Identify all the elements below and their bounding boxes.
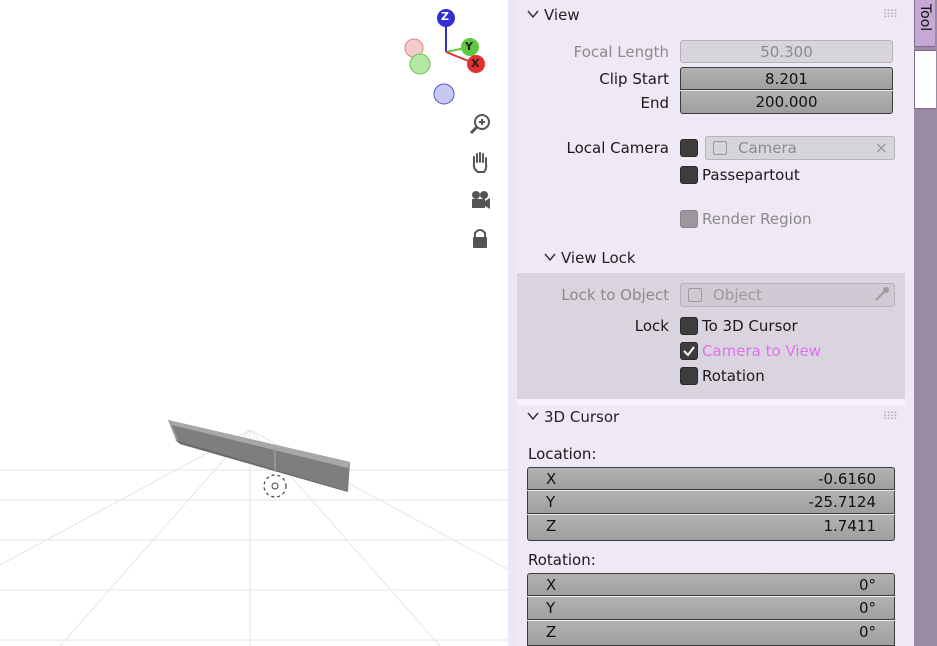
render-region-label[interactable]: Render Region (702, 210, 812, 228)
clip-start-field[interactable]: 8.201 (680, 67, 893, 90)
clip-end-label: End (640, 94, 669, 112)
panel-separator (517, 399, 905, 405)
location-y-field[interactable]: Y -25.7124 (527, 491, 895, 514)
rotation-y-field[interactable]: Y 0° (527, 597, 895, 620)
view-drag-grip-icon[interactable]: ⠿⠿ (883, 8, 898, 21)
passepartout-label[interactable]: Passepartout (702, 166, 800, 184)
axis-label: Z (546, 517, 557, 535)
sidebar-panel: View ⠿⠿ Focal Length 50.300 Clip Start 8… (517, 0, 905, 646)
local-camera-label: Local Camera (566, 139, 669, 157)
tab-view[interactable] (914, 50, 936, 109)
object-icon (688, 288, 702, 302)
rotation-z-field[interactable]: Z 0° (527, 621, 895, 646)
axis-label: X (546, 470, 557, 488)
cursor-rotation-label: Rotation: (528, 551, 596, 569)
lock-to-object-placeholder: Object (713, 286, 762, 304)
3d-viewport[interactable]: Z Y X (0, 0, 508, 646)
cursor-drag-grip-icon[interactable]: ⠿⠿ (883, 410, 898, 423)
lock-label: Lock (634, 317, 669, 335)
axis-label: X (546, 576, 557, 594)
zoom-icon[interactable] (468, 112, 492, 136)
focal-length-field[interactable]: 50.300 (680, 40, 893, 63)
checkmark-icon (683, 346, 695, 357)
clip-end-field[interactable]: 200.000 (680, 91, 893, 114)
local-camera-value: Camera (738, 139, 797, 157)
axis-value: 0° (858, 599, 876, 617)
gizmo-y-label: Y (465, 40, 473, 53)
camera-view-icon[interactable] (468, 188, 492, 212)
axis-value: 0° (858, 623, 876, 641)
sidebar-scroll-gutter[interactable] (905, 0, 914, 646)
region-divider[interactable] (508, 0, 517, 646)
eyedropper-icon[interactable] (874, 286, 890, 306)
view-panel-title[interactable]: View (544, 6, 580, 24)
axis-value: 1.7411 (823, 517, 877, 535)
location-x-field[interactable]: X -0.6160 (527, 467, 895, 490)
axis-label: Y (546, 599, 556, 617)
axis-label: Z (546, 623, 557, 641)
lock-to-object-label: Lock to Object (561, 286, 669, 304)
view-lock-title[interactable]: View Lock (561, 249, 636, 267)
cursor-collapse-chevron-icon[interactable] (527, 410, 539, 425)
beam-object[interactable] (168, 420, 350, 492)
local-camera-field[interactable]: Camera × (705, 136, 895, 160)
gizmo-z-label: Z (441, 10, 449, 23)
location-z-field[interactable]: Z 1.7411 (527, 515, 895, 541)
axis-value: -0.6160 (818, 470, 876, 488)
passepartout-checkbox[interactable] (680, 166, 698, 184)
lock-to-object-field[interactable]: Object (680, 283, 895, 307)
render-region-checkbox[interactable] (680, 210, 698, 228)
rotation-x-field[interactable]: X 0° (527, 573, 895, 596)
cursor-panel-title[interactable]: 3D Cursor (544, 408, 619, 426)
lock-icon[interactable] (468, 226, 492, 250)
view-collapse-chevron-icon[interactable] (527, 8, 539, 23)
cursor-location-label: Location: (528, 445, 597, 463)
camera-to-view-label[interactable]: Camera to View (702, 342, 821, 360)
tab-tool-label: Tool (917, 4, 933, 32)
gizmo-x-label: X (471, 57, 480, 70)
lock-rotation-checkbox[interactable] (680, 367, 698, 385)
camera-object-icon (713, 141, 727, 155)
to-3d-cursor-checkbox[interactable] (680, 317, 698, 335)
axis-label: Y (546, 493, 556, 511)
focal-length-label: Focal Length (573, 43, 669, 61)
axis-value: -25.7124 (808, 493, 876, 511)
view-lock-collapse-chevron-icon[interactable] (544, 251, 556, 266)
to-3d-cursor-label[interactable]: To 3D Cursor (702, 317, 798, 335)
tab-tool[interactable]: Tool (914, 0, 935, 47)
clip-start-label: Clip Start (599, 70, 669, 88)
local-camera-checkbox[interactable] (680, 139, 698, 157)
lock-rotation-label[interactable]: Rotation (702, 367, 765, 385)
axis-value: 0° (858, 576, 876, 594)
camera-to-view-checkbox[interactable] (680, 342, 698, 360)
clear-x-icon[interactable]: × (875, 138, 888, 157)
hand-pan-icon[interactable] (468, 150, 492, 174)
